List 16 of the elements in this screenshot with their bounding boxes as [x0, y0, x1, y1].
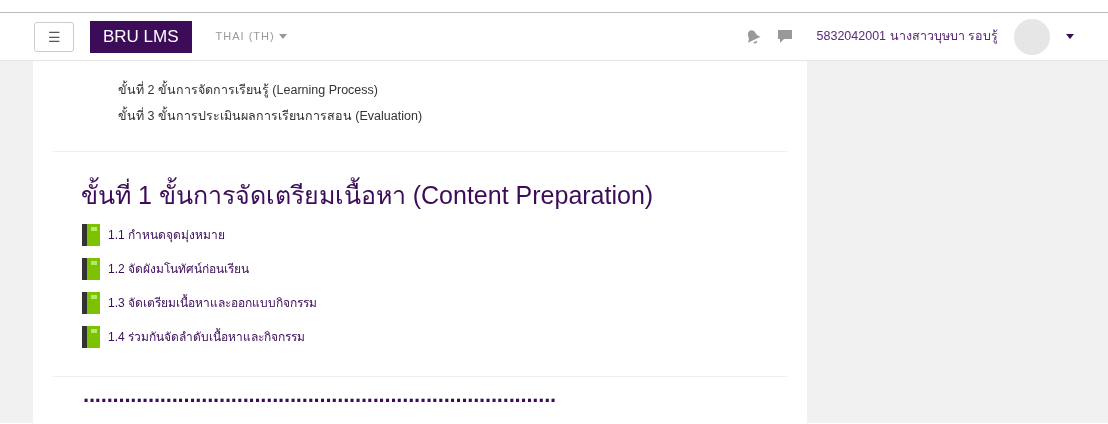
outline-link[interactable]: ขั้นที่ 2 ขั้นการจัดการเรียนรู้ (Learning Process) [118, 77, 787, 103]
caret-icon[interactable] [1066, 34, 1074, 39]
activity-link[interactable]: 1.2 จัดผังมโนทัศน์ก่อนเรียน [108, 260, 249, 278]
brand-logo[interactable]: BRU LMS [90, 20, 192, 53]
book-icon [82, 224, 100, 246]
book-icon [82, 258, 100, 280]
menu-button[interactable]: ☰ [34, 21, 74, 52]
outline-link[interactable]: ขั้นที่ 3 ขั้นการประเมินผลการเรียนการสอน (Evaluation) [118, 103, 787, 129]
activity-link[interactable]: 1.3 จัดเตรียมเนื้อหาและออกแบบกิจกรรม [108, 294, 317, 312]
user-name[interactable]: 5832042001 นางสาวบุษบา รอบรู้ [816, 27, 998, 46]
book-icon [82, 326, 100, 348]
activity-link[interactable]: 1.4 ร่วมกันจัดลำดับเนื้อหาและกิจกรรม [108, 328, 305, 346]
activity-link[interactable]: 1.1 กำหนดจุดมุ่งหมาย [108, 226, 225, 244]
message-icon[interactable] [776, 29, 793, 44]
book-icon [82, 292, 100, 314]
section-title: ................................................................................ [83, 382, 557, 408]
